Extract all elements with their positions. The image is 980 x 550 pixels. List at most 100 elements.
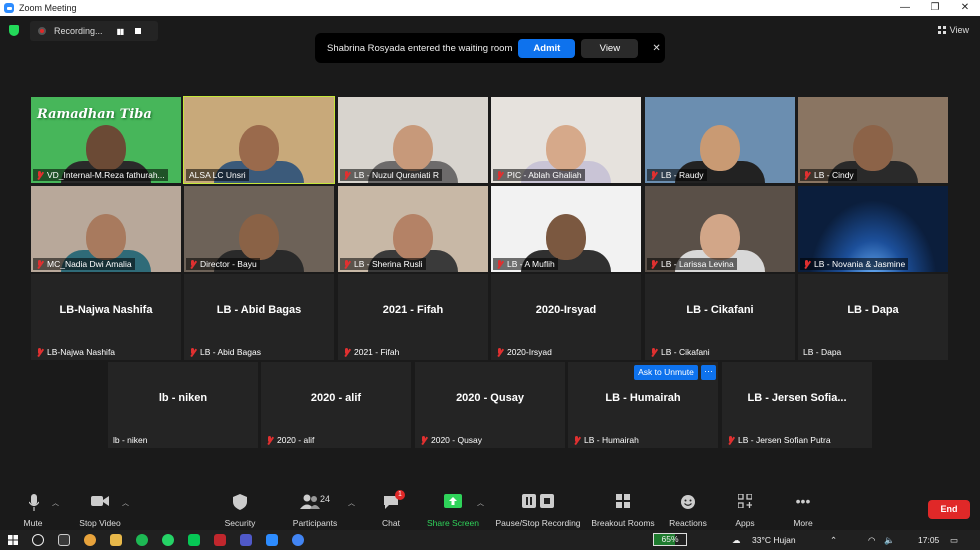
whatsapp-icon[interactable] <box>162 534 174 546</box>
chat-button[interactable]: 1 Chat <box>374 488 408 530</box>
muted-mic-icon <box>189 259 196 269</box>
share-options-caret-icon[interactable]: ︿ <box>477 498 484 508</box>
pause-stop-recording-button[interactable]: Pause/Stop Recording <box>494 488 582 530</box>
participant-tile[interactable]: 2020 - alif 2020 - alif <box>261 362 411 448</box>
participants-count: 24 <box>320 494 331 504</box>
participant-name: Director - Bayu <box>200 259 257 269</box>
muted-mic-icon <box>343 170 350 180</box>
participant-name: LB - Abid Bagas <box>200 347 261 357</box>
weather-icon[interactable]: ☁ <box>732 530 741 550</box>
participant-tile[interactable]: lb - niken lb - niken <box>108 362 258 448</box>
mute-button[interactable]: Mute <box>16 488 50 530</box>
share-screen-icon <box>444 494 462 508</box>
security-button[interactable]: Security <box>218 488 262 530</box>
chrome-profile-icon[interactable] <box>292 534 304 546</box>
participant-tile[interactable]: MC_Nadia Dwi Amalia <box>31 186 181 272</box>
participant-name: LB - Jersen Sofian Putra <box>738 435 831 445</box>
participant-tile[interactable]: 2020 - Qusay 2020 - Qusay <box>415 362 565 448</box>
volume-icon[interactable]: 🔈 <box>884 530 895 550</box>
reactions-button[interactable]: Reactions <box>666 488 710 530</box>
participant-tile[interactable]: ALSA LC Unsri <box>183 96 335 184</box>
muted-mic-icon <box>803 259 810 269</box>
tray-overflow-icon[interactable]: ⌃ <box>830 530 837 550</box>
close-notification-icon[interactable]: ✕ <box>652 43 660 54</box>
share-screen-button[interactable]: Share Screen <box>426 488 480 530</box>
participant-name: LB - Nuzul Quraniati R <box>354 170 440 180</box>
participant-tile[interactable]: LB-Najwa Nashifa LB-Najwa Nashifa <box>31 274 181 360</box>
muted-mic-icon <box>496 259 503 269</box>
participant-display-name: LB-Najwa Nashifa <box>59 304 153 316</box>
notification-center-icon[interactable]: ▭ <box>950 530 958 550</box>
participant-tile[interactable]: PIC - Ablah Ghaliah <box>491 97 641 183</box>
chrome-icon[interactable] <box>84 534 96 546</box>
participant-name-label: LB - Cikafani <box>647 346 713 358</box>
participant-name-label: LB - Raudy <box>647 169 707 181</box>
maximize-button[interactable]: ❐ <box>920 0 950 16</box>
participant-tile[interactable]: LB - Cindy <box>798 97 948 183</box>
admit-button[interactable]: Admit <box>518 38 576 58</box>
more-button[interactable]: ••• More <box>786 488 820 530</box>
participant-tile[interactable]: LB - A Muflih <box>491 186 641 272</box>
participant-tile[interactable]: LB - Raudy <box>645 97 795 183</box>
file-explorer-icon[interactable] <box>110 534 122 546</box>
participant-tile[interactable]: LB - Abid Bagas LB - Abid Bagas <box>184 274 334 360</box>
participant-tile[interactable]: 2021 - Fifah 2021 - Fifah <box>338 274 488 360</box>
security-shield-icon[interactable] <box>9 25 19 36</box>
participant-tile[interactable]: LB - Novania & Jasmine <box>798 186 948 272</box>
view-button[interactable]: View <box>937 25 969 35</box>
end-meeting-button[interactable]: End <box>928 500 970 519</box>
gallery-grid-icon <box>937 26 946 34</box>
breakout-rooms-icon <box>616 494 630 508</box>
line-icon[interactable] <box>188 534 200 546</box>
app-icon[interactable] <box>214 534 226 546</box>
close-window-button[interactable]: ✕ <box>950 0 980 16</box>
windows-start-icon[interactable] <box>8 535 18 545</box>
minimize-button[interactable]: — <box>890 0 920 16</box>
participant-tile[interactable]: Director - Bayu <box>184 186 334 272</box>
participant-tile[interactable]: LB - Nuzul Quraniati R <box>338 97 488 183</box>
participant-tile[interactable]: LB - Jersen Sofia... LB - Jersen Sofian P… <box>722 362 872 448</box>
pause-stop-icon <box>522 494 554 508</box>
participant-face <box>700 214 740 260</box>
audio-options-caret-icon[interactable]: ︿ <box>52 498 59 508</box>
participant-tile[interactable]: LB - Sherina Rusli <box>338 186 488 272</box>
stop-recording-icon[interactable] <box>135 28 142 34</box>
video-options-caret-icon[interactable]: ︿ <box>122 498 129 508</box>
participant-tile[interactable]: Ramadhan Tiba VD_Internal-M.Reza fathurah… <box>31 97 181 183</box>
mute-label: Mute <box>23 518 43 528</box>
muted-mic-icon <box>803 170 810 180</box>
breakout-rooms-button[interactable]: Breakout Rooms <box>590 488 656 530</box>
participant-tile[interactable]: LB - Dapa LB - Dapa <box>798 274 948 360</box>
muted-mic-icon <box>496 170 503 180</box>
weather-label[interactable]: 33°C Hujan <box>752 530 796 550</box>
participant-tile[interactable]: 2020-Irsyad 2020-Irsyad <box>491 274 641 360</box>
pause-recording-icon[interactable]: ▮▮ <box>117 27 125 36</box>
ask-to-unmute-button[interactable]: Ask to Unmute <box>634 365 698 380</box>
security-label: Security <box>224 518 256 528</box>
participants-caret-icon[interactable]: ︿ <box>348 498 355 508</box>
muted-mic-icon <box>343 259 350 269</box>
more-label: More <box>793 518 813 528</box>
chat-badge: 1 <box>395 490 405 500</box>
recording-control-label: Pause/Stop Recording <box>495 518 581 528</box>
notification-view-button[interactable]: View <box>581 38 639 58</box>
tile-more-button[interactable]: ··· <box>701 365 716 380</box>
task-view-icon[interactable] <box>58 534 70 546</box>
spotify-icon[interactable] <box>136 534 148 546</box>
share-screen-label: Share Screen <box>427 518 479 528</box>
participant-name: LB - Larissa Levina <box>661 259 734 269</box>
battery-indicator[interactable]: 65% <box>653 533 687 546</box>
muted-mic-icon <box>36 170 43 180</box>
participant-name-label: LB - A Muflih <box>493 258 558 270</box>
wifi-icon[interactable]: ◠ <box>868 530 875 550</box>
participants-button[interactable]: 24 Participants <box>286 488 344 530</box>
participant-tile[interactable]: LB - Larissa Levina <box>645 186 795 272</box>
search-icon[interactable] <box>32 534 44 546</box>
zoom-taskbar-icon[interactable] <box>266 534 278 546</box>
participant-tile[interactable]: LB - Cikafani LB - Cikafani <box>645 274 795 360</box>
muted-mic-icon <box>650 170 657 180</box>
clock[interactable]: 17:05 <box>918 530 939 550</box>
stop-video-button[interactable]: Stop Video <box>74 488 126 530</box>
apps-button[interactable]: Apps <box>728 488 762 530</box>
teams-icon[interactable] <box>240 534 252 546</box>
